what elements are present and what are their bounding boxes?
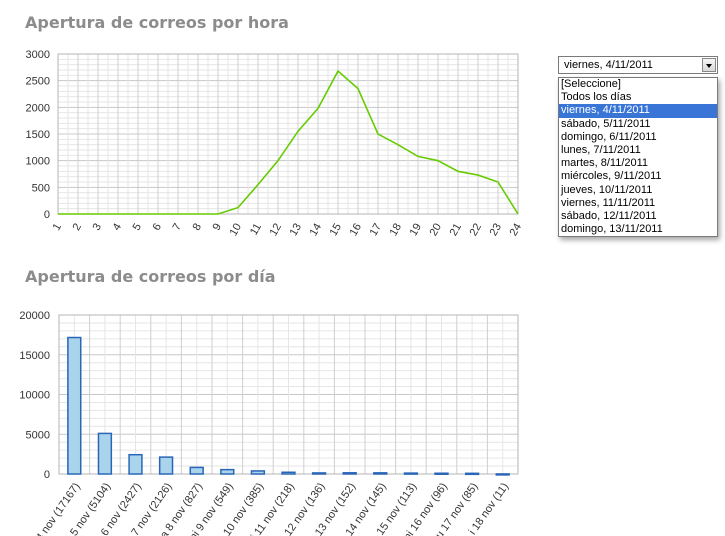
- y-tick-label: 15000: [19, 350, 50, 362]
- day-option[interactable]: viernes, 11/11/2011: [559, 197, 717, 210]
- day-option-selected[interactable]: viernes, 4/11/2011: [559, 104, 717, 118]
- bar: [495, 473, 510, 476]
- bar: [311, 472, 327, 475]
- bar: [464, 472, 480, 476]
- bar: [373, 472, 388, 475]
- bar: [189, 466, 204, 475]
- bar: [250, 470, 266, 475]
- bar: [97, 432, 113, 475]
- bar: [403, 472, 419, 475]
- bar: [342, 472, 357, 475]
- day-option[interactable]: sábado, 12/11/2011: [559, 210, 717, 223]
- y-tick-label: 0: [44, 469, 50, 481]
- bar: [281, 471, 296, 475]
- y-tick-label: 5000: [26, 429, 50, 441]
- day-select-value: viernes, 4/11/2011: [564, 59, 653, 71]
- chevron-down-icon[interactable]: [702, 58, 716, 72]
- day-option[interactable]: Todos los días: [559, 91, 717, 104]
- bar: [67, 336, 82, 475]
- day-option[interactable]: lunes, 7/11/2011: [559, 144, 717, 157]
- day-option[interactable]: miércoles, 9/11/2011: [559, 170, 717, 183]
- bar: [434, 472, 449, 475]
- y-tick-label: 10000: [19, 390, 50, 402]
- day-option[interactable]: sábado, 5/11/2011: [559, 118, 717, 131]
- day-option[interactable]: domingo, 13/11/2011: [559, 223, 717, 236]
- bar: [158, 456, 174, 475]
- day-select-box[interactable]: viernes, 4/11/2011: [558, 56, 718, 74]
- day-option[interactable]: domingo, 6/11/2011: [559, 131, 717, 144]
- day-option[interactable]: martes, 8/11/2011: [559, 157, 717, 170]
- day-option[interactable]: [Seleccione]: [559, 78, 717, 91]
- bar: [220, 468, 235, 475]
- day-selector[interactable]: viernes, 4/11/2011 [Seleccione] Todos lo…: [558, 56, 718, 238]
- y-tick-label: 20000: [19, 310, 50, 322]
- day-options-list: [Seleccione] Todos los días viernes, 4/1…: [558, 77, 718, 238]
- day-option[interactable]: jueves, 10/11/2011: [559, 184, 717, 197]
- bar: [128, 453, 143, 475]
